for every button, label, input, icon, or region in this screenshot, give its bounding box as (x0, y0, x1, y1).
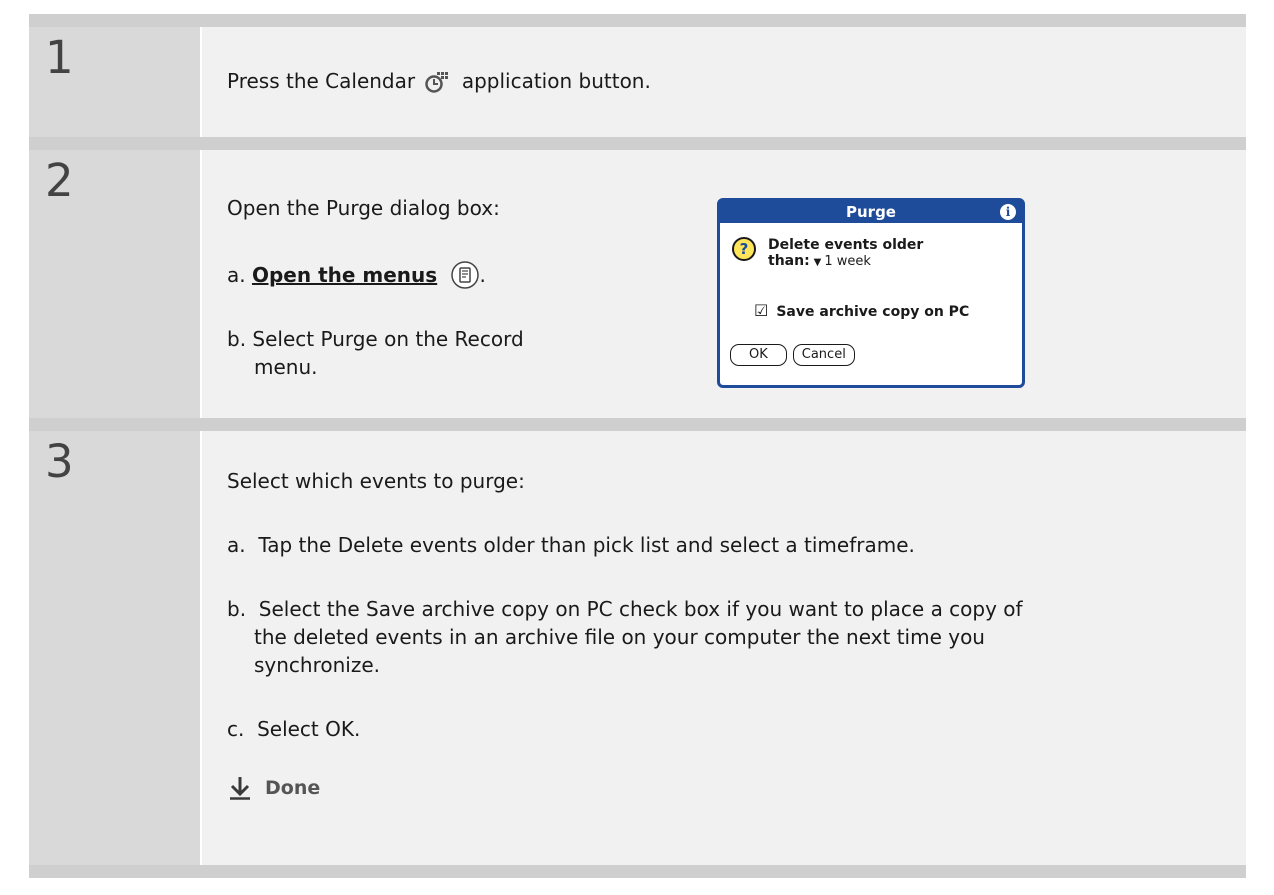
question-icon: ? (732, 237, 756, 261)
step-number-column: 2 (29, 150, 200, 425)
step-2: 2 Open the Purge dialog box: a. Open the… (29, 137, 1246, 425)
step-content: Press the Calendar application button. (202, 27, 1246, 144)
step-1-instruction: Press the Calendar application button. (227, 67, 651, 101)
step-content: Open the Purge dialog box: a. Open the m… (202, 150, 1246, 425)
down-arrow-icon (230, 777, 250, 800)
done-label: Done (265, 777, 321, 799)
done-marker: Done (229, 776, 320, 800)
save-archive-checkbox[interactable]: ☑ Save archive copy on PC (754, 301, 969, 320)
info-icon[interactable]: i (1000, 204, 1016, 220)
step-3-substep-b: b. Select the Save archive copy on PC ch… (227, 597, 1023, 677)
purge-dialog: Purge i ? Delete events older than: ▼ 1 we… (717, 198, 1025, 388)
dialog-buttons: OK Cancel (730, 344, 855, 366)
step-3: 3 Select which events to purge: a. Tap t… (29, 418, 1246, 878)
step-1: 1 Press the Calendar application button. (29, 14, 1246, 144)
step-number-column: 3 (29, 431, 200, 865)
dialog-title-bar: Purge i (720, 201, 1022, 223)
step-content: Select which events to purge: a. Tap the… (202, 431, 1246, 865)
dialog-message: Delete events older than: ▼ 1 week (768, 237, 924, 269)
page: 1 Press the Calendar application button.… (0, 0, 1274, 895)
ok-button[interactable]: OK (730, 344, 787, 366)
step-3-substep-c: c. Select OK. (227, 717, 361, 741)
step-2-substep-b: b. Select Purge on the Record menu. (227, 327, 524, 379)
step-number: 3 (45, 435, 74, 488)
step-2-substep-a: a. Open the menus . (227, 260, 486, 297)
timeframe-picklist[interactable]: 1 week (824, 254, 871, 269)
step-2-heading: Open the Purge dialog box: (227, 196, 500, 220)
cancel-button[interactable]: Cancel (792, 344, 855, 366)
step-number-column: 1 (29, 27, 200, 144)
step-number: 1 (45, 31, 74, 84)
checkbox-checked-icon: ☑ (754, 301, 769, 320)
calendar-app-icon (425, 70, 451, 101)
open-menus-link[interactable]: Open the menus (252, 263, 437, 287)
menu-button-icon (450, 260, 480, 297)
step-3-substep-a: a. Tap the Delete events older than pick… (227, 533, 915, 557)
chevron-down-icon[interactable]: ▼ (814, 257, 822, 268)
step-number: 2 (45, 154, 74, 207)
step-3-heading: Select which events to purge: (227, 469, 525, 493)
